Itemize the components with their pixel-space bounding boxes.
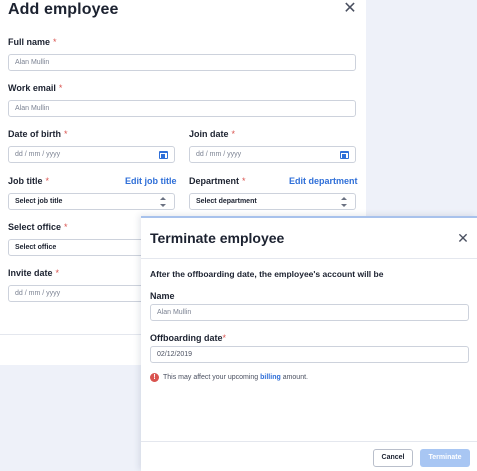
invite-date-label-text: Invite date [8, 268, 53, 278]
invite-date-label: Invite date * [8, 268, 59, 278]
select-office-label-text: Select office [8, 222, 62, 232]
edit-department-link[interactable]: Edit department [289, 176, 358, 186]
required-mark: * [242, 176, 246, 186]
department-label-text: Department [189, 176, 240, 186]
footer-divider [141, 441, 477, 442]
name-input[interactable]: Alan Mullin [150, 304, 469, 321]
join-date-placeholder: dd / mm / yyyy [196, 151, 242, 158]
job-title-select-value: Select job title [15, 198, 63, 205]
calendar-icon[interactable] [340, 151, 349, 159]
work-email-input[interactable]: Alan Mullin [8, 100, 356, 117]
warning-text-suffix: amount. [280, 374, 308, 381]
date-of-birth-input[interactable]: dd / mm / yyyy [8, 146, 175, 163]
close-icon[interactable]: ✕ [457, 231, 469, 245]
select-office-label: Select office * [8, 222, 68, 232]
warning-text-prefix: This may affect your upcoming [163, 374, 261, 381]
header-divider [141, 258, 477, 259]
terminate-modal-title: Terminate employee [150, 230, 285, 246]
terminate-button[interactable]: Terminate [420, 449, 470, 467]
add-employee-title: Add employee [8, 1, 119, 18]
error-circle-icon: ! [150, 372, 159, 382]
join-date-input[interactable]: dd / mm / yyyy [189, 146, 356, 163]
join-date-label: Join date * [189, 129, 235, 139]
required-mark: * [53, 37, 57, 47]
close-icon[interactable]: ✕ [343, 1, 357, 17]
required-mark: * [222, 333, 227, 343]
required-mark: * [58, 83, 63, 93]
calendar-icon[interactable] [159, 151, 168, 159]
date-of-birth-label: Date of birth * [8, 129, 68, 139]
required-mark: * [64, 129, 68, 139]
full-name-label-text: Full name [8, 37, 51, 47]
invite-date-placeholder: dd / mm / yyyy [15, 290, 61, 297]
billing-link[interactable]: billing [260, 374, 281, 381]
full-name-input[interactable]: Alan Mullin [8, 54, 356, 71]
department-select[interactable]: Select department [189, 193, 356, 210]
billing-warning: ! This may affect your upcoming billing a… [150, 372, 308, 383]
required-mark: * [55, 268, 60, 278]
offboarding-date-label: Offboarding date* [150, 333, 226, 343]
edit-job-title-link[interactable]: Edit job title [125, 176, 177, 186]
department-select-value: Select department [196, 198, 257, 205]
terminate-employee-modal: Terminate employee ✕ After the offboardi… [141, 216, 477, 471]
required-mark: * [64, 222, 68, 232]
date-of-birth-placeholder: dd / mm / yyyy [15, 151, 61, 158]
name-label: Name [150, 291, 175, 301]
offboarding-date-input[interactable]: 02/12/2019 [150, 346, 469, 363]
join-date-label-text: Join date [189, 129, 229, 139]
job-title-select[interactable]: Select job title [8, 193, 175, 210]
updown-arrows-icon [341, 197, 348, 207]
date-of-birth-label-text: Date of birth [8, 129, 61, 139]
work-email-label-text: Work email [8, 83, 56, 93]
required-mark: * [45, 176, 50, 186]
job-title-label: Job title * [8, 176, 49, 186]
job-title-label-text: Job title [8, 176, 43, 186]
work-email-label: Work email * [8, 83, 62, 93]
office-select-value: Select office [15, 244, 57, 251]
required-mark: * [231, 129, 236, 139]
terminate-description: After the offboarding date, the employee… [150, 269, 384, 279]
full-name-label: Full name * [8, 37, 57, 47]
offboarding-date-label-text: Offboarding date [150, 333, 223, 343]
updown-arrows-icon [160, 197, 167, 207]
department-label: Department * [189, 176, 246, 186]
cancel-button[interactable]: Cancel [373, 449, 413, 467]
